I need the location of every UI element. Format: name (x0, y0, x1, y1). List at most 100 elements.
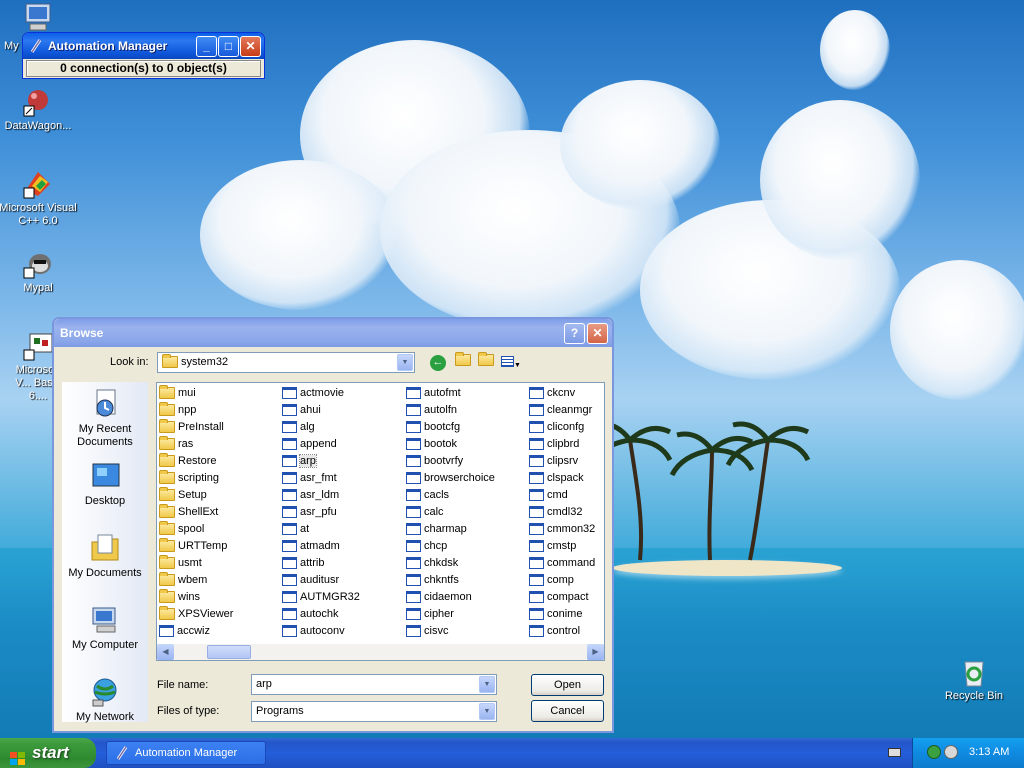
file-item[interactable]: auditusr (282, 572, 406, 589)
scroll-left-button[interactable]: ◀ (157, 644, 174, 660)
new-folder-button[interactable] (478, 352, 494, 371)
file-item[interactable]: chkntfs (406, 572, 530, 589)
desktop-icon-mypal[interactable]: Mypal (0, 248, 78, 295)
chevron-down-icon[interactable]: ▼ (479, 703, 495, 720)
view-menu-button[interactable]: ▼ (501, 356, 523, 370)
file-item[interactable]: cacls (406, 487, 530, 504)
file-item[interactable]: autochk (282, 606, 406, 623)
maximize-button[interactable]: □ (218, 36, 239, 57)
folder-item[interactable]: scripting (159, 470, 283, 487)
file-item[interactable]: autofmt (406, 385, 530, 402)
file-item[interactable]: atmadm (282, 538, 406, 555)
file-item[interactable]: cipher (406, 606, 530, 623)
file-item[interactable]: charmap (406, 521, 530, 538)
place-my-documents[interactable]: My Documents (62, 526, 148, 598)
file-item[interactable]: actmovie (282, 385, 406, 402)
folder-item[interactable]: ras (159, 436, 283, 453)
file-item[interactable]: autolfn (406, 402, 530, 419)
file-item[interactable]: asr_ldm (282, 487, 406, 504)
file-item[interactable]: bootok (406, 436, 530, 453)
desktop-icon-my-computer[interactable]: My (0, 2, 78, 52)
file-list[interactable]: mui npp PreInstall ras Restore scripting Setup… (156, 382, 605, 644)
file-name-input[interactable]: arp ▼ (251, 674, 497, 695)
file-item[interactable]: cmd (529, 487, 653, 504)
close-button[interactable]: ✕ (240, 36, 261, 57)
folder-item[interactable]: wbem (159, 572, 283, 589)
browse-titlebar[interactable]: Browse (54, 319, 612, 347)
folder-item[interactable]: wins (159, 589, 283, 606)
file-item[interactable]: cleanmgr (529, 402, 653, 419)
folder-item[interactable]: XPSViewer (159, 606, 283, 623)
chevron-down-icon[interactable]: ▼ (479, 676, 495, 693)
cancel-button[interactable]: Cancel (531, 700, 604, 722)
file-item[interactable]: cidaemon (406, 589, 530, 606)
up-folder-button[interactable] (455, 352, 471, 371)
minimize-button[interactable]: _ (196, 36, 217, 57)
file-item[interactable]: asr_fmt (282, 470, 406, 487)
desktop-icon-recycle-bin[interactable]: Recycle Bin (934, 656, 1014, 703)
file-item[interactable]: chcp (406, 538, 530, 555)
file-item[interactable]: ckcnv (529, 385, 653, 402)
help-button[interactable]: ? (564, 323, 585, 344)
files-of-type-select[interactable]: Programs ▼ (251, 701, 497, 722)
start-button[interactable]: start (0, 738, 96, 768)
network-tray-icon[interactable] (927, 745, 941, 759)
file-item[interactable]: bootvrfy (406, 453, 530, 470)
volume-tray-icon[interactable] (944, 745, 958, 759)
file-item[interactable]: attrib (282, 555, 406, 572)
file-item[interactable]: command (529, 555, 653, 572)
file-item[interactable]: conime (529, 606, 653, 623)
folder-item[interactable]: spool (159, 521, 283, 538)
file-item[interactable]: bootcfg (406, 419, 530, 436)
file-item[interactable]: asr_pfu (282, 504, 406, 521)
file-item[interactable]: calc (406, 504, 530, 521)
folder-item[interactable]: Restore (159, 453, 283, 470)
folder-item[interactable]: URTTemp (159, 538, 283, 555)
file-item[interactable]: control (529, 623, 653, 640)
look-in-combo[interactable]: system32 ▼ (157, 352, 415, 373)
scroll-right-button[interactable]: ▶ (587, 644, 604, 660)
file-item[interactable]: clipsrv (529, 453, 653, 470)
file-item[interactable]: AUTMGR32 (282, 589, 406, 606)
file-item[interactable]: cliconfg (529, 419, 653, 436)
folder-item[interactable]: npp (159, 402, 283, 419)
file-item[interactable]: clspack (529, 470, 653, 487)
file-item[interactable]: at (282, 521, 406, 538)
file-item[interactable]: cmdl32 (529, 504, 653, 521)
horizontal-scrollbar[interactable]: ◀ ▶ (156, 644, 605, 661)
folder-item[interactable]: usmt (159, 555, 283, 572)
automation-manager-window[interactable]: Automation Manager _ □ ✕ 0 connection(s)… (22, 32, 265, 79)
file-item[interactable]: autoconv (282, 623, 406, 640)
dialog-close-button[interactable]: ✕ (587, 323, 608, 344)
place-my-recent-documents[interactable]: My Recent Documents (62, 382, 148, 454)
file-item[interactable]: browserchoice (406, 470, 530, 487)
folder-item[interactable]: mui (159, 385, 283, 402)
file-item[interactable]: chkdsk (406, 555, 530, 572)
keyboard-icon[interactable] (888, 748, 901, 757)
place-my-computer[interactable]: My Computer (62, 598, 148, 670)
scroll-thumb[interactable] (207, 645, 251, 659)
file-item[interactable]: append (282, 436, 406, 453)
file-item[interactable]: alg (282, 419, 406, 436)
file-item[interactable]: accwiz (159, 623, 283, 640)
file-item[interactable]: clipbrd (529, 436, 653, 453)
file-item[interactable]: comp (529, 572, 653, 589)
place-desktop[interactable]: Desktop (62, 454, 148, 526)
desktop-icon-datawagon[interactable]: DataWagon... (0, 86, 78, 133)
file-item[interactable]: cisvc (406, 623, 530, 640)
file-item[interactable]: ahui (282, 402, 406, 419)
clock[interactable]: 3:13 AM (969, 746, 1009, 758)
file-item[interactable]: arp (282, 453, 406, 470)
chevron-down-icon[interactable]: ▼ (397, 354, 413, 371)
back-button[interactable]: ← (430, 355, 446, 371)
file-item[interactable]: cmmon32 (529, 521, 653, 538)
open-button[interactable]: Open (531, 674, 604, 696)
place-my-network[interactable]: My Network (62, 670, 148, 742)
folder-item[interactable]: ShellExt (159, 504, 283, 521)
file-item[interactable]: compact (529, 589, 653, 606)
folder-item[interactable]: Setup (159, 487, 283, 504)
desktop-icon-visual-cpp[interactable]: Microsoft Visual C++ 6.0 (0, 168, 78, 228)
folder-item[interactable]: PreInstall (159, 419, 283, 436)
taskbar-item-automation-manager[interactable]: Automation Manager (106, 741, 266, 765)
file-item[interactable]: cmstp (529, 538, 653, 555)
